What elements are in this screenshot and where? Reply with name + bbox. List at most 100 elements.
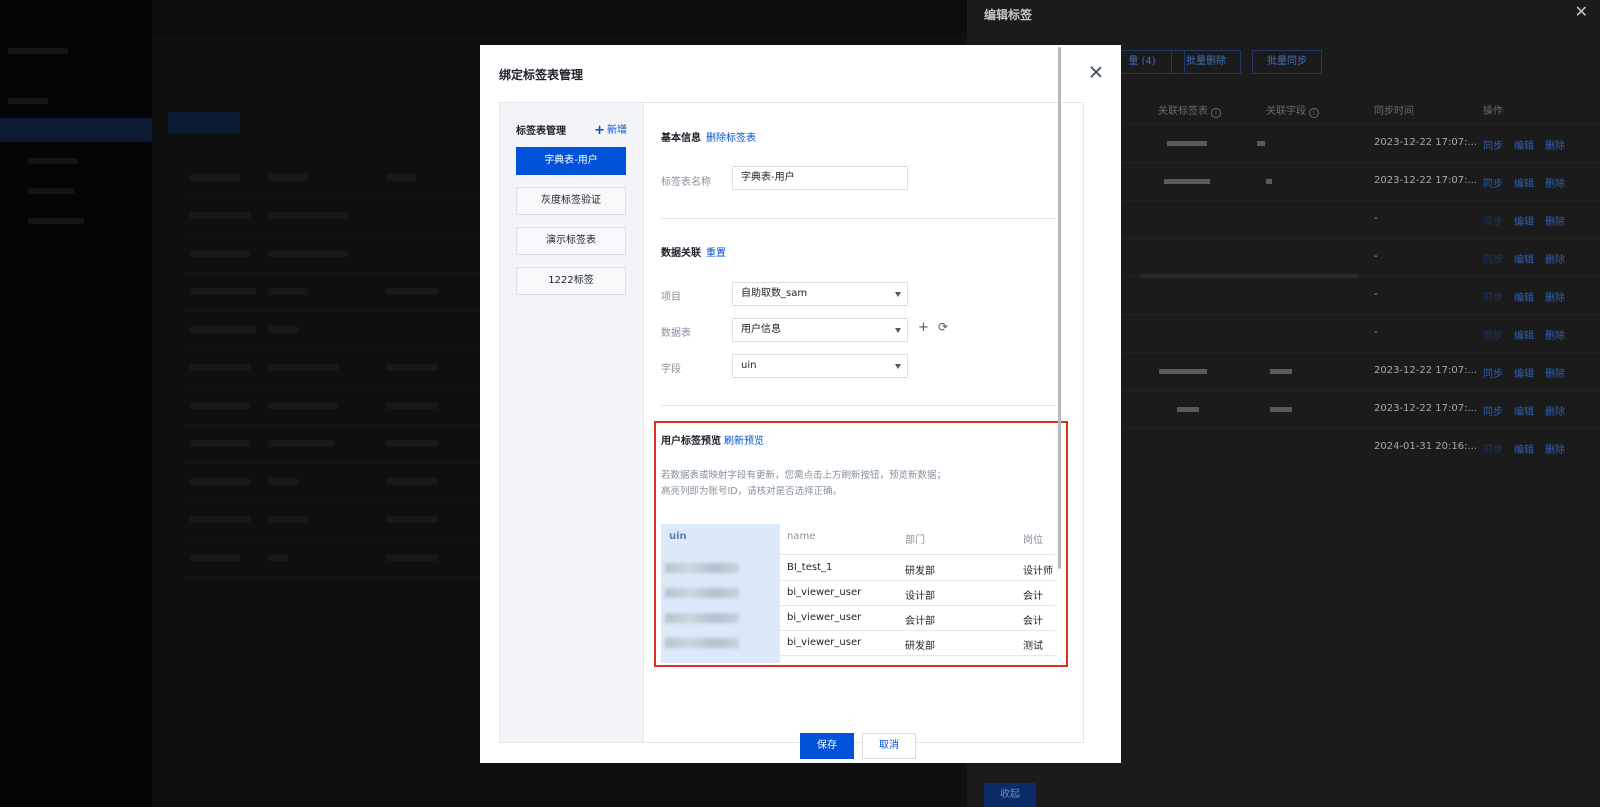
sync-link[interactable]: 同步 xyxy=(1483,289,1503,304)
delete-link[interactable]: 删除 xyxy=(1545,289,1565,304)
delete-link[interactable]: 删除 xyxy=(1545,251,1565,266)
delete-link[interactable]: 删除 xyxy=(1545,213,1565,228)
edit-link[interactable]: 编辑 xyxy=(1514,137,1534,152)
background-button xyxy=(168,112,240,134)
preview-table: uin name 部门 岗位 BI_test_1 研发部 设计师 bi_viewer_… xyxy=(661,524,1055,663)
delete-tag-table-link[interactable]: 删除标签表 xyxy=(706,129,756,144)
sync-link[interactable]: 同步 xyxy=(1483,137,1503,152)
divider xyxy=(661,218,1056,219)
table-cell: 研发部 xyxy=(905,566,935,577)
drawer-horizontal-scrollbar[interactable] xyxy=(1139,274,1359,278)
collapse-button[interactable]: 收起 xyxy=(984,783,1036,807)
sidebar-item-dict-user[interactable]: 字典表-用户 xyxy=(516,147,626,175)
drawer-close-icon[interactable]: ✕ xyxy=(1575,2,1588,21)
redacted-cell xyxy=(1164,179,1210,184)
redacted-cell xyxy=(1270,407,1292,412)
sync-time-cell: 2024-01-31 20:16:... xyxy=(1374,441,1478,452)
save-button[interactable]: 保存 xyxy=(800,733,854,759)
table-cell: 会计部 xyxy=(905,616,935,627)
table-cell: 会计 xyxy=(1023,591,1043,602)
sync-link[interactable]: 同步 xyxy=(1483,441,1503,456)
table-cell: 设计师 xyxy=(1023,566,1053,577)
sync-link[interactable]: 同步 xyxy=(1483,327,1503,342)
redacted-cell xyxy=(1257,141,1265,146)
add-tag-table-button[interactable]: + 新增 xyxy=(594,121,627,138)
delete-link[interactable]: 删除 xyxy=(1545,175,1565,190)
delete-link[interactable]: 删除 xyxy=(1545,137,1565,152)
modal-body: 标签表管理 + 新增 字典表-用户 灰度标签验证 演示标签表 1222标签 基本信… xyxy=(499,102,1084,743)
field-label: 字段 xyxy=(661,364,681,375)
sync-link[interactable]: 同步 xyxy=(1483,251,1503,266)
column-header-position: 岗位 xyxy=(1023,535,1043,546)
preview-hint: 若数据表或映射字段有更新，您需点击上方刷新按钮，预览新数据； 高亮列即为账号ID… xyxy=(661,470,947,497)
table-cell: BI_test_1 xyxy=(787,562,833,573)
delete-link[interactable]: 删除 xyxy=(1545,365,1565,380)
edit-link[interactable]: 编辑 xyxy=(1514,175,1534,190)
sidebar-item-demo-tag[interactable]: 演示标签表 xyxy=(516,227,626,255)
cancel-button[interactable]: 取消 xyxy=(862,733,916,759)
project-select[interactable]: 自助取数_sam xyxy=(732,282,908,306)
sync-link[interactable]: 同步 xyxy=(1483,365,1503,380)
chevron-down-icon xyxy=(895,292,901,297)
sync-link[interactable]: 同步 xyxy=(1483,175,1503,190)
tag-table-sidebar: 标签表管理 + 新增 字典表-用户 灰度标签验证 演示标签表 1222标签 xyxy=(500,103,644,742)
edit-link[interactable]: 编辑 xyxy=(1514,441,1534,456)
header-bound-table: 关联标签表 i xyxy=(1158,102,1221,118)
header-bound-field: 关联字段 i xyxy=(1266,102,1319,118)
close-icon[interactable] xyxy=(1089,65,1103,79)
table-cell: 测试 xyxy=(1023,641,1043,652)
chevron-down-icon xyxy=(895,328,901,333)
data-table-select[interactable]: 用户信息 xyxy=(732,318,908,342)
sync-time-cell: 2023-12-22 17:07:... xyxy=(1374,365,1478,376)
background-sidebar xyxy=(0,0,152,807)
redacted-cell xyxy=(1270,369,1292,374)
info-icon: i xyxy=(1211,108,1221,118)
edit-link[interactable]: 编辑 xyxy=(1514,365,1534,380)
sync-link[interactable]: 同步 xyxy=(1483,213,1503,228)
table-cell: bi_viewer_user xyxy=(787,587,862,598)
background-sidebar-highlight xyxy=(0,118,152,142)
association-title: 数据关联 xyxy=(661,248,701,259)
add-icon[interactable]: + xyxy=(918,320,929,335)
sync-time-cell: 2023-12-22 17:07:... xyxy=(1374,403,1478,414)
redacted-uin xyxy=(665,563,739,573)
redacted-cell xyxy=(1177,407,1199,412)
tag-table-form: 基本信息 删除标签表 标签表名称 字典表-用户 数据关联 重置 项目 自助取数_… xyxy=(645,103,1075,742)
edit-link[interactable]: 编辑 xyxy=(1514,251,1534,266)
redacted-uin xyxy=(665,638,739,648)
table-cell: 设计部 xyxy=(905,591,935,602)
table-cell: 研发部 xyxy=(905,641,935,652)
delete-link[interactable]: 删除 xyxy=(1545,403,1565,418)
preview-title: 用户标签预览 xyxy=(661,436,721,447)
edit-link[interactable]: 编辑 xyxy=(1514,289,1534,304)
bind-tag-table-modal: 绑定标签表管理 标签表管理 + 新增 字典表-用户 灰度标签验证 演示标签表 12… xyxy=(480,45,1121,763)
column-header-dept: 部门 xyxy=(905,535,925,546)
delete-link[interactable]: 删除 xyxy=(1545,327,1565,342)
data-table-label: 数据表 xyxy=(661,328,691,339)
table-cell: bi_viewer_user xyxy=(787,637,862,648)
batch-sync-button[interactable]: 批量同步 xyxy=(1252,50,1322,74)
column-header-name: name xyxy=(787,531,816,542)
sidebar-heading: 标签表管理 xyxy=(516,126,566,137)
field-select[interactable]: uin xyxy=(732,354,908,378)
edit-link[interactable]: 编辑 xyxy=(1514,213,1534,228)
table-name-input[interactable]: 字典表-用户 xyxy=(732,166,908,190)
sidebar-item-1222[interactable]: 1222标签 xyxy=(516,267,626,295)
edit-link[interactable]: 编辑 xyxy=(1514,403,1534,418)
sync-link[interactable]: 同步 xyxy=(1483,403,1503,418)
refresh-preview-link[interactable]: 刷新预览 xyxy=(724,432,764,447)
redacted-cell xyxy=(1167,141,1207,146)
edit-link[interactable]: 编辑 xyxy=(1514,327,1534,342)
reset-link[interactable]: 重置 xyxy=(706,244,726,259)
redacted-cell xyxy=(1266,179,1272,184)
sync-time-cell: 2023-12-22 17:07:... xyxy=(1374,137,1478,148)
refresh-icon[interactable]: ⟳ xyxy=(938,320,948,334)
modal-scrollbar[interactable] xyxy=(1058,47,1061,569)
batch-delete-button[interactable]: 批量删除 xyxy=(1171,50,1241,74)
delete-link[interactable]: 删除 xyxy=(1545,441,1565,456)
sync-time-cell: - xyxy=(1374,213,1378,224)
sidebar-item-gray-tag[interactable]: 灰度标签验证 xyxy=(516,187,626,215)
column-header-uin: uin xyxy=(669,531,687,542)
table-name-label: 标签表名称 xyxy=(661,177,711,188)
sync-time-cell: 2023-12-22 17:07:... xyxy=(1374,175,1478,186)
